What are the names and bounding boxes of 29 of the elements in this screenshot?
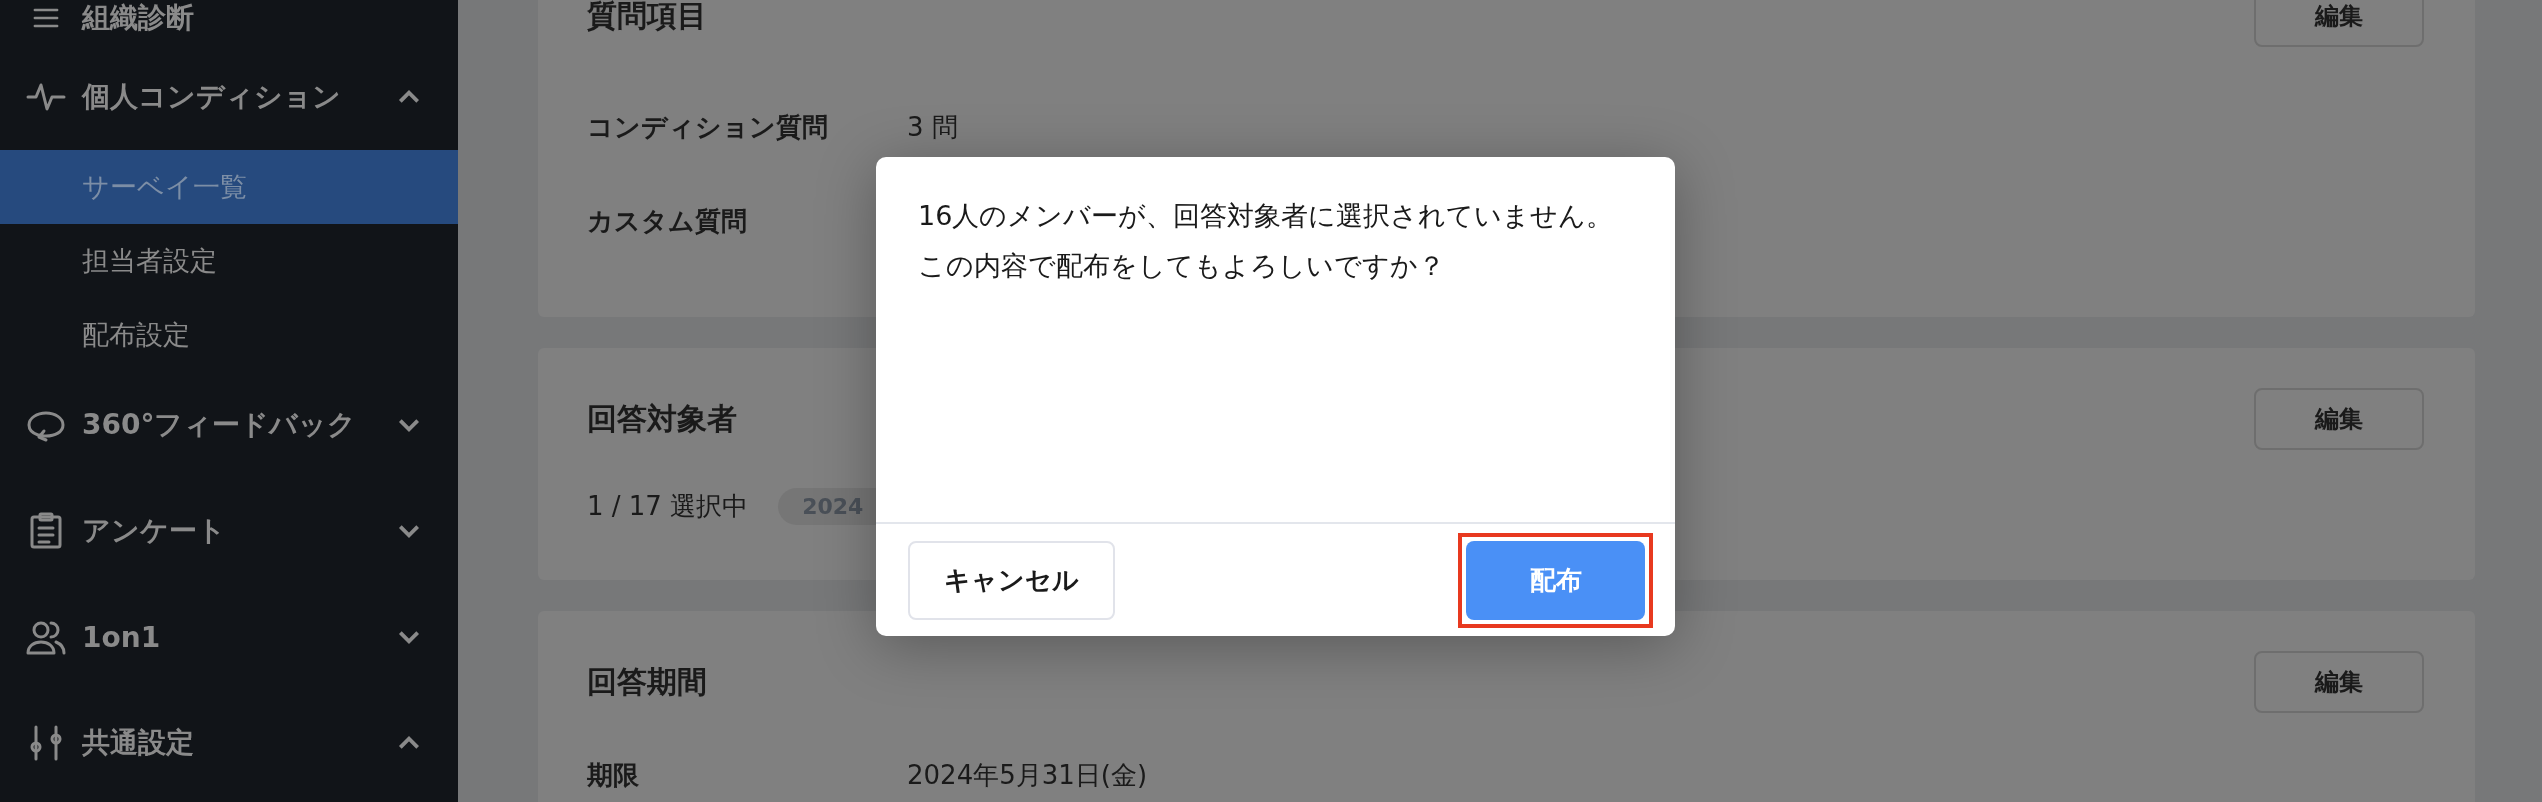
sidebar-item[interactable]: 個人コンディション: [0, 44, 458, 150]
sidebar-label: 個人コンディション: [82, 79, 342, 115]
sidebar-label: 共通設定: [82, 725, 195, 761]
section-title: 質問項目: [587, 0, 707, 35]
cancel-button[interactable]: キャンセル: [908, 540, 1115, 620]
sidebar-subitem[interactable]: 配布設定: [0, 298, 458, 372]
sidebar-subitem[interactable]: 担当者設定: [0, 224, 458, 298]
field-label: カスタム質問: [587, 204, 748, 238]
sidebar-label: 1on1: [82, 620, 162, 654]
field-label: 期限: [587, 758, 640, 792]
edit-button[interactable]: 編集: [2254, 388, 2424, 450]
section-title: 回答期間: [587, 662, 707, 701]
distribute-button[interactable]: 配布: [1466, 540, 1645, 620]
sidebar-item[interactable]: 360°フィードバック: [0, 372, 458, 478]
field-value: 3 問: [907, 110, 958, 144]
sidebar-item[interactable]: 共通設定: [0, 690, 458, 796]
field-value: 2024年5月31日(金): [907, 758, 1148, 792]
sidebar-label: 組織診断: [82, 0, 195, 36]
sidebar-item[interactable]: 1on1: [0, 584, 458, 690]
edit-button[interactable]: 編集: [2254, 0, 2424, 47]
sidebar-item[interactable]: アンケート: [0, 478, 458, 584]
dialog-message: 16人のメンバーが、回答対象者に選択されていません。 この内容で配布をしてもよろしいですか？: [918, 199, 1615, 283]
sidebar-label: 360°フィードバック: [82, 407, 358, 443]
sidebar-label: アンケート: [82, 513, 227, 549]
sidebar-item[interactable]: 組織診断: [0, 0, 458, 44]
section-title: 回答対象者: [587, 399, 737, 438]
edit-button[interactable]: 編集: [2254, 651, 2424, 713]
selection-count: 1 / 17 選択中: [587, 489, 749, 523]
field-label: コンディション質問: [587, 110, 829, 144]
